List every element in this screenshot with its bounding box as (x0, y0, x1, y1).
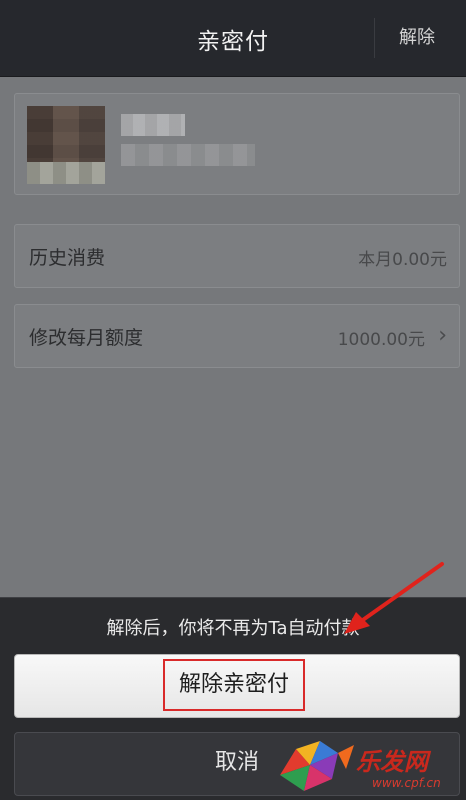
history-label: 历史消费 (29, 247, 106, 269)
limit-value: 1000.00元 (337, 330, 425, 350)
avatar (27, 106, 105, 184)
watermark-logo-icon (280, 741, 354, 791)
chevron-right-icon: › (438, 323, 447, 348)
watermark-brand: 乐发网 (356, 747, 428, 776)
blurred-nickname (121, 114, 185, 136)
annotation-arrow-icon (344, 562, 444, 634)
profile-card (14, 93, 460, 195)
limit-label: 修改每月额度 (29, 327, 144, 349)
confirm-release-label: 解除亲密付 (163, 659, 305, 711)
history-row[interactable]: 历史消费 本月0.00元 (14, 224, 460, 288)
monthly-limit-row[interactable]: 修改每月额度 1000.00元 › (14, 304, 460, 368)
watermark-url: www.cpf.cn (372, 776, 441, 790)
history-value: 本月0.00元 (358, 250, 447, 270)
confirm-release-button[interactable]: 解除亲密付 (14, 654, 460, 718)
content-area: 历史消费 本月0.00元 修改每月额度 1000.00元 › (0, 77, 466, 597)
release-button[interactable]: 解除 (374, 18, 459, 58)
title-bar: 亲密付 解除 (0, 0, 466, 77)
blurred-account (121, 144, 255, 166)
